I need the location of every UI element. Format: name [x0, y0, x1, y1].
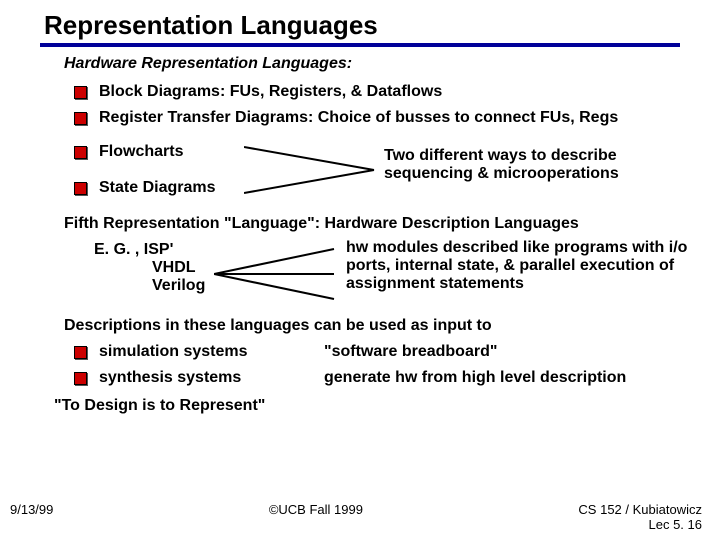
- bullet-icon: [74, 182, 87, 195]
- eg-verilog: Verilog: [152, 277, 205, 295]
- converge-lines-icon: [244, 135, 384, 205]
- bullet-icon: [74, 372, 87, 385]
- closing-quote: "To Design is to Represent": [54, 397, 690, 415]
- synthesis-label: synthesis systems: [99, 369, 241, 387]
- bullet-text: Register Transfer Diagrams: Choice of bu…: [99, 109, 618, 127]
- eg-label: E. G. , ISP': [94, 241, 205, 259]
- subtitle: Hardware Representation Languages:: [64, 55, 690, 73]
- title-underline: [40, 43, 680, 47]
- converge-lines-icon: [214, 241, 344, 307]
- top-bullets: Block Diagrams: FUs, Registers, & Datafl…: [74, 83, 690, 127]
- synthesis-desc: generate hw from high level description: [324, 369, 626, 387]
- hdl-description: hw modules described like programs with …: [346, 239, 706, 293]
- slide-title: Representation Languages: [44, 10, 690, 41]
- state-diagrams-label: State Diagrams: [99, 179, 216, 197]
- simulation-label: simulation systems: [99, 343, 248, 361]
- fifth-representation: Fifth Representation "Language": Hardwar…: [64, 215, 690, 233]
- descriptions-intro: Descriptions in these languages can be u…: [64, 317, 690, 335]
- footer-date: 9/13/99: [10, 502, 53, 532]
- bullet-icon: [74, 86, 87, 99]
- pair-description: Two different ways to describe sequencin…: [384, 147, 704, 183]
- bullet-text: Block Diagrams: FUs, Registers, & Datafl…: [99, 83, 442, 101]
- simulation-desc: "software breadboard": [324, 343, 497, 361]
- bullet-icon: [74, 146, 87, 159]
- slide-footer: 9/13/99 ©UCB Fall 1999 CS 152 / Kubiatow…: [0, 502, 720, 532]
- footer-copyright: ©UCB Fall 1999: [53, 502, 578, 532]
- bullet-icon: [74, 346, 87, 359]
- eg-vhdl: VHDL: [152, 259, 205, 277]
- flowchart-state-pair: Flowcharts State Diagrams Two different …: [74, 135, 690, 205]
- footer-course: CS 152 / Kubiatowicz Lec 5. 16: [578, 502, 702, 532]
- hdl-examples: E. G. , ISP' VHDL Verilog hw modules des…: [74, 239, 690, 311]
- flowcharts-label: Flowcharts: [99, 143, 183, 161]
- bullet-icon: [74, 112, 87, 125]
